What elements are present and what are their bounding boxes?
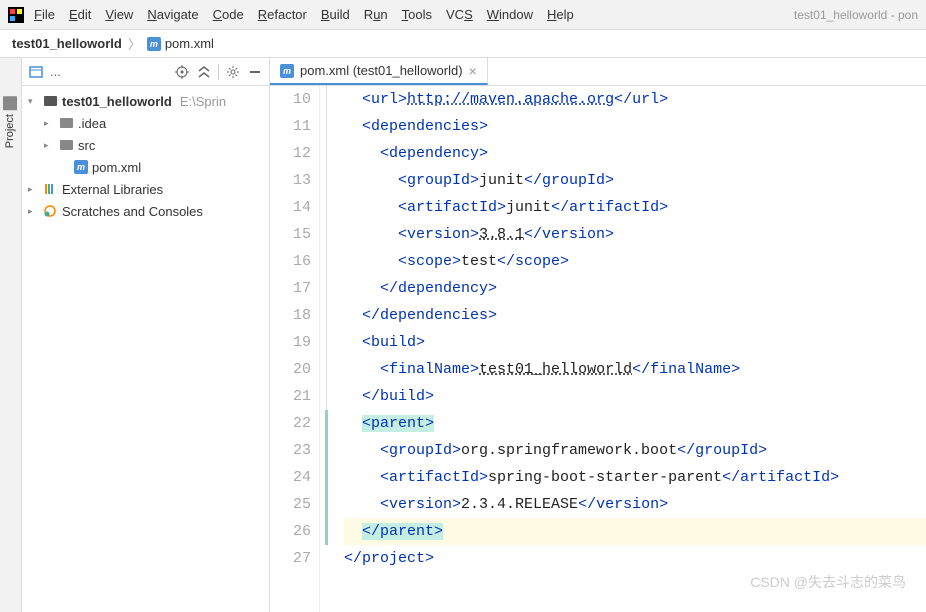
code-line[interactable]: </parent> <box>344 518 926 545</box>
tab-pom-xml[interactable]: m pom.xml (test01_helloworld) × <box>270 58 488 85</box>
code-line[interactable]: <artifactId>spring-boot-starter-parent</… <box>344 464 926 491</box>
project-view-icon[interactable] <box>28 64 44 80</box>
close-icon[interactable]: × <box>469 63 477 79</box>
code-line[interactable]: <dependency> <box>344 140 926 167</box>
line-number[interactable]: 27 <box>270 545 311 572</box>
hide-icon[interactable] <box>247 64 263 80</box>
watermark: CSDN @失去斗志的菜鸟 <box>750 572 906 592</box>
code-line[interactable]: <build> <box>344 329 926 356</box>
locate-icon[interactable] <box>174 64 190 80</box>
line-number[interactable]: 16 <box>270 248 311 275</box>
code-line[interactable]: </dependencies> <box>344 302 926 329</box>
window-title: test01_helloworld - pon <box>794 8 918 22</box>
menu-run[interactable]: Run <box>364 7 388 22</box>
project-panel: ... ▾ test01_h <box>22 58 270 612</box>
line-number[interactable]: 18 <box>270 302 311 329</box>
chevron-right-icon[interactable]: ▸ <box>44 140 54 151</box>
code-line[interactable]: <url>http://maven.apache.org</url> <box>344 86 926 113</box>
code-line[interactable]: </dependency> <box>344 275 926 302</box>
tree-node-idea[interactable]: ▸ .idea <box>22 112 269 134</box>
menu-code[interactable]: Code <box>213 7 244 22</box>
line-number[interactable]: 22 <box>270 410 311 437</box>
breadcrumb: test01_helloworld 〉 m pom.xml <box>0 30 926 58</box>
code-line[interactable]: <dependencies> <box>344 113 926 140</box>
chevron-down-icon[interactable]: ▾ <box>28 96 38 107</box>
fold-strip <box>320 86 344 612</box>
line-number[interactable]: 10 <box>270 86 311 113</box>
line-number[interactable]: 17 <box>270 275 311 302</box>
folder-icon <box>60 118 73 128</box>
line-number[interactable]: 11 <box>270 113 311 140</box>
line-number[interactable]: 14 <box>270 194 311 221</box>
code-line[interactable]: <artifactId>junit</artifactId> <box>344 194 926 221</box>
line-number[interactable]: 26 <box>270 518 311 545</box>
maven-icon: m <box>280 64 294 78</box>
code-line[interactable]: <scope>test</scope> <box>344 248 926 275</box>
menubar: File Edit View Navigate Code Refactor Build Run… <box>0 0 926 30</box>
folder-icon <box>44 96 57 106</box>
expand-all-icon[interactable] <box>196 64 212 80</box>
code-line[interactable]: <version>3.8.1</version> <box>344 221 926 248</box>
code-line[interactable]: <groupId>junit</groupId> <box>344 167 926 194</box>
menu-build[interactable]: Build <box>321 7 350 22</box>
menu-navigate[interactable]: Navigate <box>147 7 198 22</box>
code-lines[interactable]: <url>http://maven.apache.org</url> <depe… <box>344 86 926 612</box>
menu-help[interactable]: Help <box>547 7 574 22</box>
app-icon <box>8 7 24 23</box>
line-number[interactable]: 15 <box>270 221 311 248</box>
tab-label: pom.xml (test01_helloworld) <box>300 63 463 78</box>
chevron-right-icon[interactable]: ▸ <box>28 206 38 217</box>
code-line[interactable]: <version>2.3.4.RELEASE</version> <box>344 491 926 518</box>
menu-tools[interactable]: Tools <box>402 7 432 22</box>
line-number[interactable]: 23 <box>270 437 311 464</box>
separator <box>218 64 219 80</box>
project-icon <box>3 96 17 110</box>
line-number[interactable]: 25 <box>270 491 311 518</box>
maven-icon: m <box>147 37 161 51</box>
editor-area: m pom.xml (test01_helloworld) × 10111213… <box>270 58 926 612</box>
sidebar-tab-strip: Project <box>0 58 22 612</box>
menu-view[interactable]: View <box>105 7 133 22</box>
folder-icon <box>60 140 73 150</box>
chevron-right-icon: 〉 <box>128 34 141 53</box>
maven-icon: m <box>74 160 88 174</box>
breadcrumb-file[interactable]: m pom.xml <box>147 36 214 51</box>
chevron-right-icon[interactable]: ▸ <box>28 184 38 195</box>
breadcrumb-project[interactable]: test01_helloworld <box>12 36 122 51</box>
tree-node-pom[interactable]: m pom.xml <box>22 156 269 178</box>
menu-window[interactable]: Window <box>487 7 533 22</box>
menu-vcs[interactable]: VCS <box>446 7 473 22</box>
line-number[interactable]: 20 <box>270 356 311 383</box>
line-number[interactable]: 24 <box>270 464 311 491</box>
scratches-icon <box>42 203 58 219</box>
code-line[interactable]: </build> <box>344 383 926 410</box>
tree-node-external-libraries[interactable]: ▸ External Libraries <box>22 178 269 200</box>
line-number[interactable]: 21 <box>270 383 311 410</box>
menu-edit[interactable]: Edit <box>69 7 91 22</box>
project-toolbar: ... <box>22 58 269 86</box>
tab-bar: m pom.xml (test01_helloworld) × <box>270 58 926 86</box>
line-number[interactable]: 12 <box>270 140 311 167</box>
menu-items: File Edit View Navigate Code Refactor Build Run… <box>34 7 794 22</box>
project-tree: ▾ test01_helloworld E:\Sprin ▸ .idea ▸ s… <box>22 86 269 226</box>
gear-icon[interactable] <box>225 64 241 80</box>
tree-node-src[interactable]: ▸ src <box>22 134 269 156</box>
code-line[interactable]: <groupId>org.springframework.boot</group… <box>344 437 926 464</box>
code-line[interactable]: <parent> <box>344 410 926 437</box>
menu-refactor[interactable]: Refactor <box>258 7 307 22</box>
libraries-icon <box>42 181 58 197</box>
code-line[interactable]: <finalName>test01_helloworld</finalName> <box>344 356 926 383</box>
tree-root[interactable]: ▾ test01_helloworld E:\Sprin <box>22 90 269 112</box>
project-toolbar-dots[interactable]: ... <box>50 64 61 79</box>
line-gutter: 101112131415161718192021222324252627 <box>270 86 320 612</box>
menu-file[interactable]: File <box>34 7 55 22</box>
code-line[interactable]: </project> <box>344 545 926 572</box>
tree-node-scratches[interactable]: ▸ Scratches and Consoles <box>22 200 269 222</box>
sidebar-tab-project[interactable]: Project <box>0 88 20 156</box>
line-number[interactable]: 19 <box>270 329 311 356</box>
chevron-right-icon[interactable]: ▸ <box>44 118 54 129</box>
line-number[interactable]: 13 <box>270 167 311 194</box>
code-editor[interactable]: 101112131415161718192021222324252627 <ur… <box>270 86 926 612</box>
